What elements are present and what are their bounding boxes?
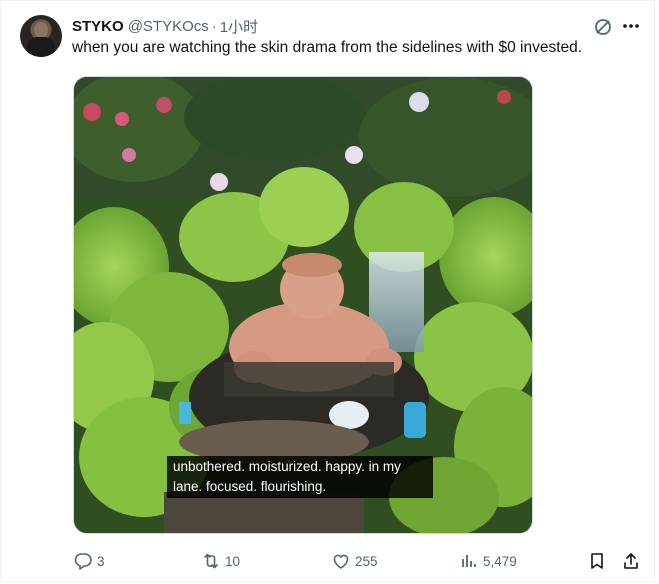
repost-icon [204,553,218,569]
author-name[interactable]: STYKO [72,18,124,35]
avatar[interactable] [20,15,62,57]
reply-button[interactable]: 3 [73,547,105,575]
like-count: 255 [355,553,378,569]
tweet-header: STYKO @STYKOcs · 1小时 [72,15,258,37]
reply-count: 3 [97,553,105,569]
repost-button[interactable]: 10 [201,547,240,575]
caption-line-1: unbothered. moisturized. happy. in my [173,459,401,474]
views-count: 5,479 [483,553,517,569]
tweet-text: when you are watching the skin drama fro… [72,39,583,56]
bookmark-icon [591,553,603,569]
share-button[interactable] [621,547,645,575]
avatar-body [27,37,55,57]
grok-icon[interactable] [593,17,613,37]
tweet-media[interactable]: unbothered. moisturized. happy. in my la… [73,76,533,534]
separator-dot: · [211,17,217,35]
repost-count: 10 [225,553,241,569]
more-icon[interactable] [619,15,643,37]
tweet-card[interactable]: STYKO @STYKOcs · 1小时 when you are watchi… [0,0,655,582]
media-caption: unbothered. moisturized. happy. in my la… [167,456,433,498]
caption-line-2: lane. focused. flourishing. [173,479,327,494]
views-button[interactable]: 5,479 [459,547,517,575]
views-icon [462,555,476,567]
share-icon [624,553,638,569]
like-button[interactable]: 255 [331,547,378,575]
author-handle[interactable]: @STYKOcs [128,18,209,35]
action-bar: 3 10 255 5,479 [1,547,656,575]
bookmark-button[interactable] [587,547,611,575]
heart-icon [333,554,349,569]
avatar-head [34,22,48,38]
timestamp[interactable]: 1小时 [220,16,258,37]
reply-icon [74,553,92,570]
